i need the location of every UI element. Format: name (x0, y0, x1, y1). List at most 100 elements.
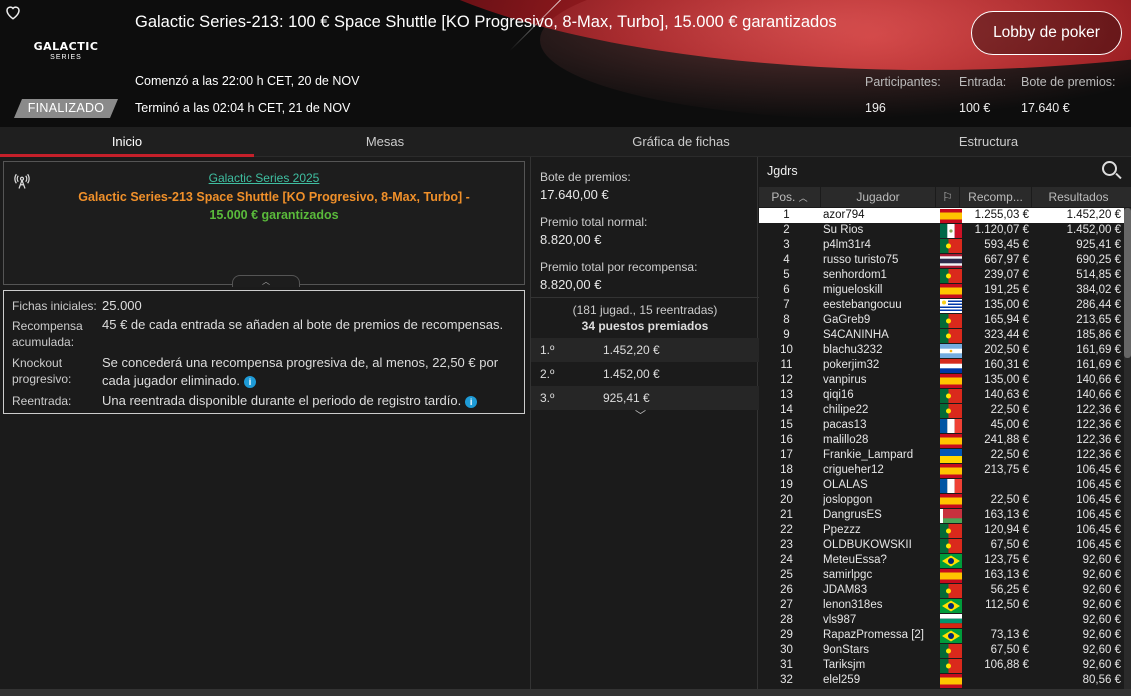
table-row[interactable]: 29 RapazPromessa [2] 73,13 € 92,60 € (759, 628, 1125, 643)
bounty-cell: 213,75 € (984, 464, 1029, 476)
table-row[interactable]: 23 OLDBUKOWSKII 67,50 € 106,45 € (759, 538, 1125, 553)
pt-flag-icon (940, 584, 962, 598)
es-flag-icon (940, 374, 962, 388)
tab-chip-graph[interactable]: Gráfica de fichas (516, 127, 846, 157)
tab-mesas[interactable]: Mesas (254, 127, 516, 157)
poker-lobby-button[interactable]: Lobby de poker (971, 11, 1122, 55)
table-row[interactable]: 3 p4lm31r4 593,45 € 925,41 € (759, 238, 1125, 253)
player-name-cell: pokerjim32 (823, 359, 880, 371)
table-row[interactable]: 18 crigueher12 213,75 € 106,45 € (759, 463, 1125, 478)
table-row[interactable]: 8 GaGreb9 165,94 € 213,65 € (759, 313, 1125, 328)
table-row[interactable]: 32 elel259 80,56 € (759, 673, 1125, 688)
logo-line1: GALACTIC (33, 40, 99, 53)
result-cell: 106,45 € (1076, 524, 1121, 536)
position-cell: 5 (783, 269, 790, 281)
player-name-cell: qiqi16 (823, 389, 854, 401)
column-player[interactable]: Jugador (821, 187, 936, 207)
bounty-cell: 239,07 € (984, 269, 1029, 281)
pt-flag-icon (940, 314, 962, 328)
bounty-cell: 165,94 € (984, 314, 1029, 326)
table-row[interactable]: 30 9onStars 67,50 € 92,60 € (759, 643, 1125, 658)
result-cell: 80,56 € (1082, 674, 1121, 686)
bounty-cell: 67,50 € (990, 539, 1029, 551)
table-row[interactable]: 4 russo turisto75 667,97 € 690,25 € (759, 253, 1125, 268)
start-time: Comenzó a las 22:00 h CET, 20 de NOV (135, 74, 360, 88)
player-name-cell: chilipe22 (823, 404, 869, 416)
detail-value-reentry-wrap: Una reentrada disponible durante el peri… (102, 392, 522, 410)
table-row[interactable]: 2 Su Rios 1.120,07 € 1.452,00 € (759, 223, 1125, 238)
bounty-cell: 120,94 € (984, 524, 1029, 536)
detail-value-bounty: 45 € de cada entrada se añaden al bote d… (102, 317, 504, 332)
table-row[interactable]: 13 qiqi16 140,63 € 140,66 € (759, 388, 1125, 403)
tab-estructura[interactable]: Estructura (846, 127, 1131, 157)
paid-places: 34 puestos premiados (581, 319, 709, 333)
player-name-cell: 9onStars (823, 644, 870, 656)
table-row[interactable]: 28 vls987 92,60 € (759, 613, 1125, 628)
table-row[interactable]: 7 eestebangocuu 135,00 € 286,44 € (759, 298, 1125, 313)
table-row[interactable]: 17 Frankie_Lampard 22,50 € 122,36 € (759, 448, 1125, 463)
bounty-cell: 140,63 € (984, 389, 1029, 401)
collapse-chevron-up-icon[interactable]: ︿ (232, 275, 300, 287)
player-name-cell: pacas13 (823, 419, 867, 431)
search-input[interactable]: Jgdrs (767, 164, 798, 178)
table-row[interactable]: 14 chilipe22 22,50 € 122,36 € (759, 403, 1125, 418)
position-cell: 4 (783, 254, 790, 266)
column-pos[interactable]: Pos. ︿ (759, 187, 821, 207)
result-cell: 122,36 € (1076, 434, 1121, 446)
table-row[interactable]: 10 blachu3232 202,50 € 161,69 € (759, 343, 1125, 358)
player-search[interactable]: Jgdrs (759, 157, 1131, 185)
table-row[interactable]: 20 joslopgon 22,50 € 106,45 € (759, 493, 1125, 508)
pt-flag-icon (940, 644, 962, 658)
result-cell: 286,44 € (1076, 299, 1121, 311)
divider (531, 297, 759, 298)
column-bounty[interactable]: Recomp... (960, 187, 1032, 207)
column-flag[interactable]: ⚐ (936, 187, 960, 207)
table-row[interactable]: 21 DangrusES 163,13 € 106,45 € (759, 508, 1125, 523)
column-results[interactable]: Resultados (1032, 187, 1125, 207)
table-row[interactable]: 31 Tariksjm 106,88 € 92,60 € (759, 658, 1125, 673)
player-name-cell: S4CANINHA (823, 329, 889, 341)
table-header: Pos. ︿ Jugador ⚐ Recomp... Resultados (759, 187, 1131, 207)
position-cell: 12 (780, 374, 793, 386)
scrollbar[interactable] (1124, 208, 1131, 696)
search-icon[interactable] (1102, 161, 1117, 176)
table-row[interactable]: 12 vanpirus 135,00 € 140,66 € (759, 373, 1125, 388)
es-flag-icon (940, 209, 962, 223)
position-cell: 14 (780, 404, 793, 416)
scrollbar-thumb[interactable] (1124, 208, 1131, 358)
reentry-info-icon[interactable]: i (465, 395, 478, 408)
result-cell: 106,45 € (1076, 494, 1121, 506)
galactic-series-logo: GALACTIC SERIES (26, 40, 106, 61)
position-cell: 13 (780, 389, 793, 401)
prize-row: 2.º 1.452,00 € (531, 362, 759, 386)
player-name-cell: crigueher12 (823, 464, 884, 476)
table-row[interactable]: 5 senhordom1 239,07 € 514,85 € (759, 268, 1125, 283)
position-cell: 2 (783, 224, 790, 236)
prize-panel: Bote de premios: 17.640,00 € Premio tota… (530, 157, 759, 696)
table-row[interactable]: 15 pacas13 45,00 € 122,36 € (759, 418, 1125, 433)
table-row[interactable]: 26 JDAM83 56,25 € 92,60 € (759, 583, 1125, 598)
prize-row: 1.º 1.452,20 € (531, 338, 759, 362)
position-cell: 27 (780, 599, 793, 611)
table-row[interactable]: 25 samirlpgc 163,13 € 92,60 € (759, 568, 1125, 583)
position-cell: 3 (783, 239, 790, 251)
position-cell: 22 (780, 524, 793, 536)
bottom-bar (0, 689, 1131, 696)
table-row[interactable]: 1 azor794 1.255,03 € 1.452,20 € (759, 208, 1125, 223)
table-row[interactable]: 19 OLALAS 106,45 € (759, 478, 1125, 493)
table-row[interactable]: 27 lenon318es 112,50 € 92,60 € (759, 598, 1125, 613)
result-cell: 106,45 € (1076, 509, 1121, 521)
expand-chevron-down-icon[interactable]: ﹀ (635, 407, 646, 423)
tab-inicio[interactable]: Inicio (0, 127, 254, 157)
table-row[interactable]: 22 Ppezzz 120,94 € 106,45 € (759, 523, 1125, 538)
knockout-info-icon[interactable]: i (244, 375, 257, 388)
bounty-prize-amount: 8.820,00 € (540, 277, 602, 292)
series-link[interactable]: Galactic Series 2025 (4, 171, 524, 185)
favorite-heart-icon[interactable] (4, 3, 22, 21)
table-row[interactable]: 16 malillo28 241,88 € 122,36 € (759, 433, 1125, 448)
table-row[interactable]: 9 S4CANINHA 323,44 € 185,86 € (759, 328, 1125, 343)
table-row[interactable]: 6 migueloskill 191,25 € 384,02 € (759, 283, 1125, 298)
table-row[interactable]: 11 pokerjim32 160,31 € 161,69 € (759, 358, 1125, 373)
table-row[interactable]: 24 MeteuEssa? 123,75 € 92,60 € (759, 553, 1125, 568)
end-time: Terminó a las 02:04 h CET, 21 de NOV (135, 101, 351, 115)
